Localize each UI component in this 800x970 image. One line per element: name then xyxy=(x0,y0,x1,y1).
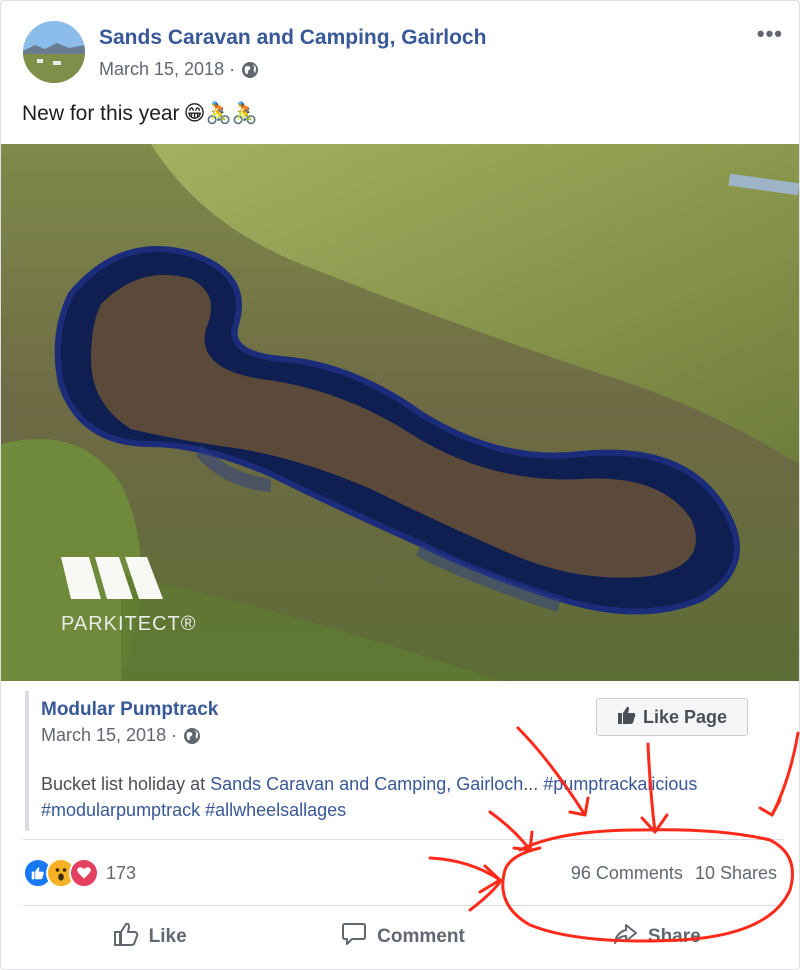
post-message: New for this year 😁🚴🚴 xyxy=(22,101,258,126)
parkitect-wordmark: PARKITECT® xyxy=(61,613,197,635)
comments-count-link[interactable]: 96 Comments xyxy=(571,863,683,884)
reactions-summary[interactable]: 173 xyxy=(23,858,136,888)
share-button[interactable]: Share xyxy=(530,915,783,959)
post-date-text: March 15, 2018 · xyxy=(99,59,236,79)
description-page-link[interactable]: Sands Caravan and Camping, Gairloch xyxy=(210,774,523,794)
page-avatar[interactable] xyxy=(23,21,85,83)
like-page-button[interactable]: Like Page xyxy=(596,698,748,736)
shared-timestamp[interactable]: March 15, 2018 · xyxy=(41,725,201,746)
description-ellipsis: ... xyxy=(523,774,544,794)
engagement-counts: 96 Comments 10 Shares xyxy=(571,863,777,884)
hashtag-link[interactable]: #allwheelsallages xyxy=(205,800,346,820)
globe-icon xyxy=(183,727,201,745)
shared-description: Bucket list holiday at Sands Caravan and… xyxy=(41,771,786,823)
share-label: Share xyxy=(647,926,701,947)
hashtag-link[interactable]: #pumptrackalicious xyxy=(543,774,697,794)
share-icon xyxy=(612,921,638,953)
like-page-label: Like Page xyxy=(642,706,728,727)
hashtag-link[interactable]: #modularpumptrack xyxy=(41,800,200,820)
shares-count-link[interactable]: 10 Shares xyxy=(695,863,777,884)
divider xyxy=(23,839,783,840)
comment-label: Comment xyxy=(377,926,465,947)
like-label: Like xyxy=(148,926,187,947)
reaction-count: 173 xyxy=(106,862,137,883)
post-timestamp[interactable]: March 15, 2018 · xyxy=(99,59,259,80)
post-message-text: New for this year xyxy=(22,101,180,125)
divider xyxy=(23,905,783,906)
love-reaction-icon xyxy=(69,858,99,888)
globe-icon xyxy=(241,61,259,79)
post-action-bar: Like Comment Share xyxy=(23,915,783,959)
comment-button[interactable]: Comment xyxy=(276,915,529,959)
thumbs-up-icon xyxy=(617,705,637,730)
shared-date-text: March 15, 2018 · xyxy=(41,725,178,745)
page-name-link[interactable]: Sands Caravan and Camping, Gairloch xyxy=(99,26,486,50)
parkitect-logo xyxy=(61,557,171,612)
comment-icon xyxy=(341,921,367,953)
thumbs-up-icon xyxy=(113,921,139,953)
shared-page-name[interactable]: Modular Pumptrack xyxy=(41,699,218,721)
post-card: Sands Caravan and Camping, Gairloch Marc… xyxy=(0,0,800,970)
description-prefix: Bucket list holiday at xyxy=(41,774,211,794)
post-emojis: 😁🚴🚴 xyxy=(183,101,258,125)
more-options-button[interactable]: ••• xyxy=(757,21,783,47)
like-button[interactable]: Like xyxy=(23,915,276,959)
